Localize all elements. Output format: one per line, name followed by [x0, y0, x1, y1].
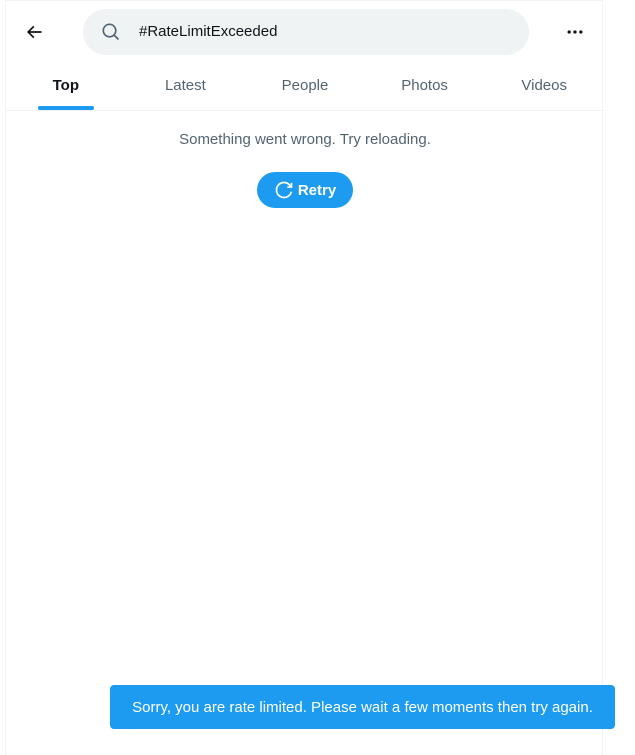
page: Top Latest People Photos Videos Somethin… [0, 0, 635, 755]
back-arrow-icon [26, 25, 42, 39]
toast-message: Sorry, you are rate limited. Please wait… [132, 698, 593, 716]
tab-top[interactable]: Top [6, 61, 126, 110]
search-input[interactable] [139, 9, 509, 55]
more-options-button[interactable] [558, 15, 592, 49]
back-button[interactable] [17, 15, 51, 49]
tab-label: Photos [401, 77, 448, 94]
retry-label: Retry [297, 181, 337, 199]
refresh-icon [275, 181, 293, 199]
retry-button[interactable]: Retry [257, 172, 353, 208]
search-box[interactable] [83, 9, 529, 55]
rate-limit-toast: Sorry, you are rate limited. Please wait… [110, 685, 615, 729]
primary-column: Top Latest People Photos Videos Somethin… [5, 0, 604, 755]
search-icon [102, 23, 120, 41]
tab-label: Videos [521, 77, 567, 94]
tab-videos[interactable]: Videos [484, 61, 604, 110]
tab-label: Top [52, 77, 79, 94]
search-tabs: Top Latest People Photos Videos [6, 61, 604, 111]
tab-photos[interactable]: Photos [365, 61, 485, 110]
more-icon [567, 30, 583, 34]
error-message: Something went wrong. Try reloading. [179, 131, 431, 148]
tab-people[interactable]: People [245, 61, 365, 110]
tab-label: Latest [164, 77, 206, 94]
tab-latest[interactable]: Latest [126, 61, 246, 110]
active-tab-indicator [37, 106, 94, 110]
search-header [6, 1, 604, 61]
tab-label: People [281, 77, 329, 94]
